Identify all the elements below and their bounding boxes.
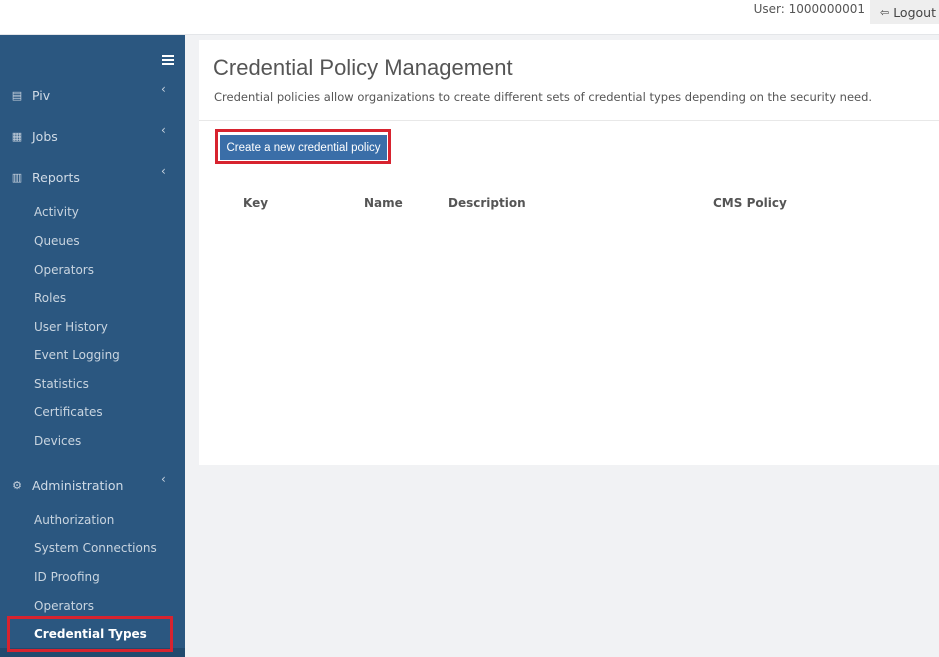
sidebar-section-jobs[interactable]: ▦ Jobs ‹	[0, 123, 185, 146]
sidebar-item-certificates[interactable]: Certificates	[34, 405, 103, 419]
top-bar: User: 1000000001 ⇦ Logout	[0, 0, 939, 35]
sidebar-item-devices[interactable]: Devices	[34, 434, 81, 448]
id-card-icon: ▤	[11, 88, 23, 102]
user-label: User: 1000000001	[753, 2, 865, 16]
sidebar-item-admin-operators[interactable]: Operators	[34, 599, 94, 613]
sidebar-section-label: Reports	[32, 169, 80, 185]
highlight-box	[215, 129, 391, 164]
sidebar-item-user-history[interactable]: User History	[34, 320, 108, 334]
calendar-icon: ▦	[11, 129, 23, 143]
sidebar-section-piv[interactable]: ▤ Piv ‹	[0, 82, 185, 105]
chevron-left-icon: ‹	[161, 472, 166, 486]
sidebar-section-label: Administration	[32, 477, 124, 493]
page-description: Credential policies allow organizations …	[214, 90, 873, 104]
sidebar-item-queues[interactable]: Queues	[34, 234, 80, 248]
column-header-description[interactable]: Description	[448, 196, 526, 210]
sidebar-item-authorization[interactable]: Authorization	[34, 513, 114, 527]
chevron-left-icon: ‹	[161, 82, 166, 96]
sidebar-item-activity[interactable]: Activity	[34, 205, 79, 219]
sidebar: ▤ Piv ‹ ▦ Jobs ‹ ▥ Reports ‹ Activity Qu…	[0, 35, 185, 657]
column-header-name[interactable]: Name	[364, 196, 403, 210]
sidebar-section-label: Jobs	[32, 128, 58, 144]
sidebar-item-system-connections[interactable]: System Connections	[34, 541, 157, 555]
chevron-left-icon: ‹	[161, 164, 166, 178]
sidebar-item-statistics[interactable]: Statistics	[34, 377, 89, 391]
page-title: Credential Policy Management	[213, 55, 513, 80]
logout-icon: ⇦	[879, 5, 890, 19]
sidebar-section-label: Piv	[32, 87, 51, 103]
sidebar-item-id-proofing[interactable]: ID Proofing	[34, 570, 100, 584]
chevron-left-icon: ‹	[161, 123, 166, 137]
bar-chart-icon: ▥	[11, 170, 23, 184]
sidebar-section-administration[interactable]: ⚙ Administration ‹	[0, 472, 185, 495]
column-header-cms-policy[interactable]: CMS Policy	[713, 196, 787, 210]
main-panel: Credential Policy Management Credential …	[199, 40, 939, 465]
menu-toggle-icon[interactable]	[162, 55, 174, 65]
sidebar-item-roles[interactable]: Roles	[34, 291, 66, 305]
logout-button[interactable]: ⇦ Logout	[870, 0, 939, 24]
divider	[199, 120, 939, 121]
highlight-box	[7, 616, 173, 652]
sidebar-item-event-logging[interactable]: Event Logging	[34, 348, 120, 362]
gear-icon: ⚙	[12, 478, 22, 492]
logout-label: Logout	[893, 4, 936, 20]
sidebar-section-reports[interactable]: ▥ Reports ‹	[0, 164, 185, 187]
sidebar-item-operators[interactable]: Operators	[34, 263, 94, 277]
column-header-key[interactable]: Key	[243, 196, 268, 210]
